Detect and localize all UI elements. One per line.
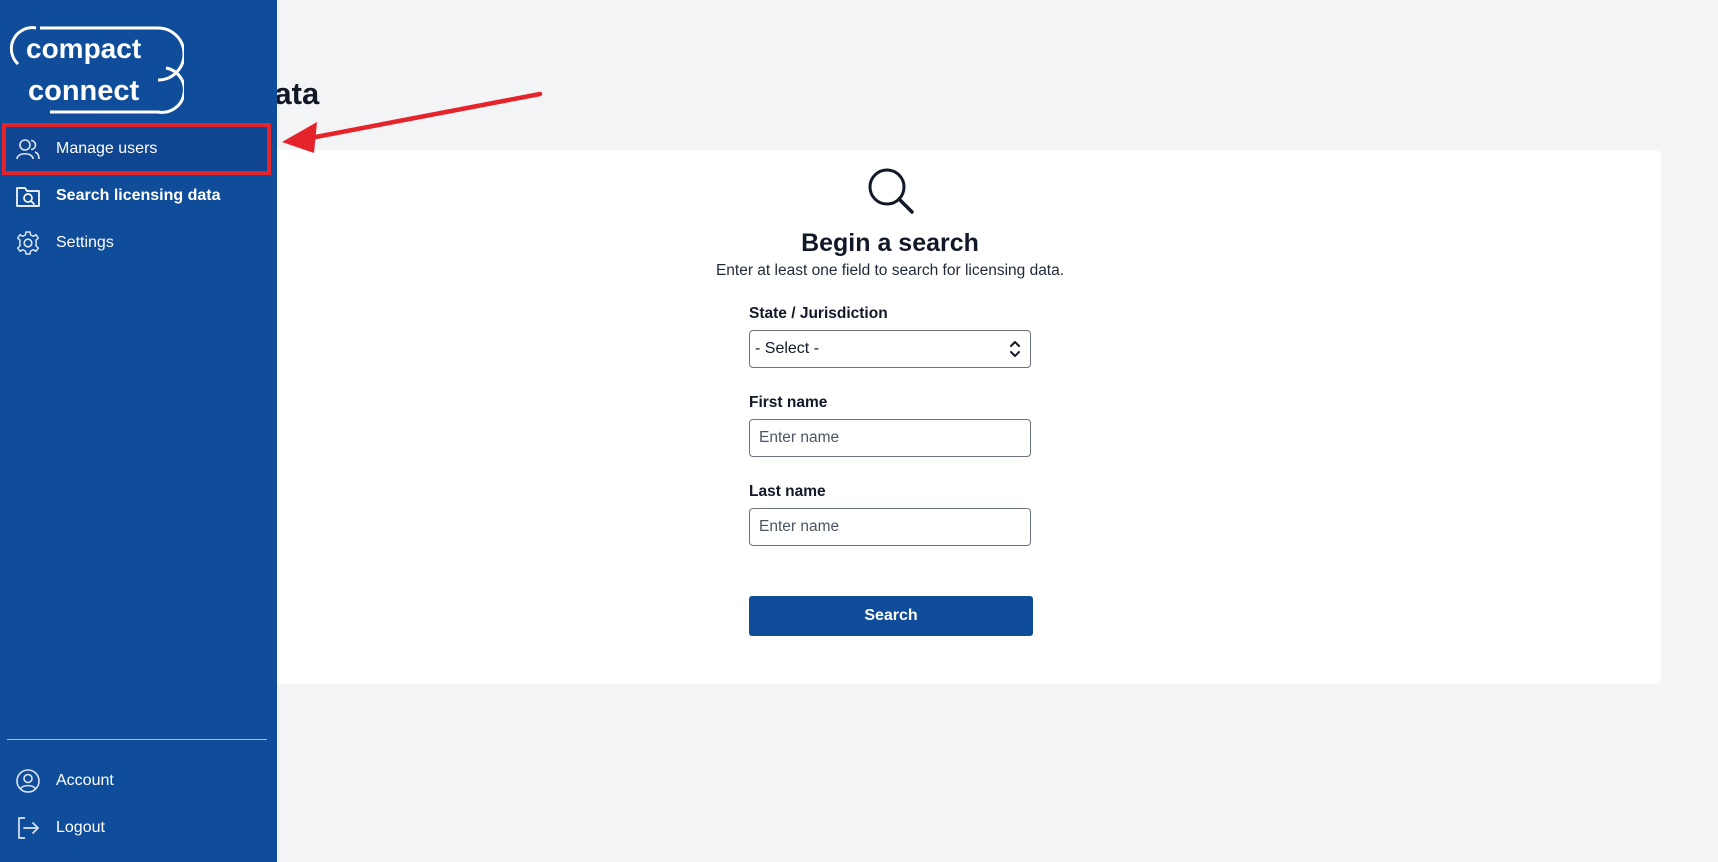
- compact-connect-logo: compact connect: [10, 26, 184, 114]
- sidebar: compact connect Manage users Search lice…: [0, 0, 277, 862]
- nav-item-account[interactable]: Account: [0, 759, 277, 803]
- nav-label-account: Account: [56, 772, 114, 789]
- last-name-label: Last name: [749, 483, 826, 500]
- nav-label-logout: Logout: [56, 819, 105, 836]
- folder-search-icon: [16, 187, 40, 207]
- last-name-input[interactable]: [750, 509, 1030, 545]
- gear-icon: [16, 231, 40, 255]
- sidebar-divider: [7, 739, 267, 740]
- state-select-value: - Select -: [755, 340, 820, 357]
- magnifier-icon: [868, 168, 914, 214]
- nav-label-settings: Settings: [56, 234, 114, 251]
- account-circle-icon: [16, 769, 40, 793]
- first-name-label: First name: [749, 394, 828, 411]
- select-arrows-icon: [1010, 341, 1020, 357]
- first-name-input[interactable]: [750, 420, 1030, 456]
- nav-item-settings[interactable]: Settings: [0, 221, 277, 265]
- logout-icon: [18, 817, 39, 839]
- nav-label-search-licensing-data: Search licensing data: [56, 187, 221, 204]
- nav-item-manage-users[interactable]: Manage users: [0, 127, 277, 171]
- nav-item-search-licensing-data[interactable]: Search licensing data: [0, 174, 277, 218]
- nav-label-manage-users: Manage users: [56, 140, 158, 157]
- search-button[interactable]: Search: [749, 596, 1033, 636]
- first-name-field-box: [749, 419, 1031, 457]
- logo-text-compact: compact: [26, 33, 141, 64]
- users-icon: [16, 139, 40, 160]
- logo-text-connect: connect: [28, 75, 140, 107]
- state-label: State / Jurisdiction: [749, 305, 888, 322]
- nav-item-logout[interactable]: Logout: [0, 806, 277, 850]
- state-select[interactable]: - Select -: [749, 330, 1031, 368]
- last-name-field-box: [749, 508, 1031, 546]
